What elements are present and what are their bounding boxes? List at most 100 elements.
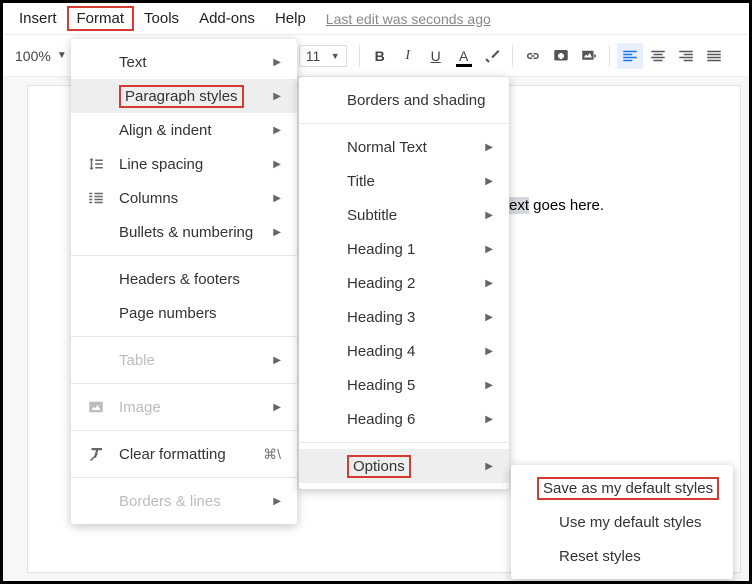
menu-divider bbox=[71, 383, 297, 384]
menu-item-heading-4[interactable]: Heading 4 ▶ bbox=[299, 334, 509, 368]
font-size-select[interactable]: 11 ▼ bbox=[299, 45, 347, 67]
menu-format[interactable]: Format bbox=[67, 6, 135, 31]
align-justify-button[interactable] bbox=[701, 43, 727, 69]
chevron-right-icon: ▶ bbox=[485, 380, 493, 391]
line-spacing-icon bbox=[85, 153, 107, 175]
menu-item-line-spacing[interactable]: Line spacing▶ bbox=[71, 147, 297, 181]
menu-item-headers-footers[interactable]: Headers & footers bbox=[71, 262, 297, 296]
menu-item-normal-text[interactable]: Normal Text ▶ bbox=[299, 130, 509, 164]
align-left-button[interactable] bbox=[617, 43, 643, 69]
menu-shortcut: ⌘\ bbox=[263, 446, 281, 463]
menu-divider bbox=[71, 430, 297, 431]
menu-item-label: Heading 6 bbox=[347, 411, 467, 428]
menu-item-subtitle[interactable]: Subtitle▶ bbox=[299, 198, 509, 232]
toolbar-separator bbox=[609, 45, 610, 67]
menu-item-label: Heading 5 bbox=[347, 377, 467, 394]
chevron-right-icon: ▶ bbox=[273, 355, 281, 366]
menu-tools[interactable]: Tools bbox=[134, 6, 189, 31]
menu-item-text[interactable]: Text ▶ bbox=[71, 45, 297, 79]
chevron-right-icon: ▶ bbox=[273, 193, 281, 204]
menu-item-paragraph-styles[interactable]: Paragraph styles ▶ bbox=[71, 79, 297, 113]
chevron-right-icon: ▶ bbox=[485, 414, 493, 425]
chevron-right-icon: ▶ bbox=[273, 91, 281, 102]
menu-item-label: Paragraph styles bbox=[119, 85, 255, 108]
document-text-rest: goes here. bbox=[529, 197, 604, 214]
menu-item-heading-5[interactable]: Heading 5 ▶ bbox=[299, 368, 509, 402]
toolbar-separator bbox=[359, 45, 360, 67]
menu-divider bbox=[299, 442, 509, 443]
align-right-button[interactable] bbox=[673, 43, 699, 69]
menu-item-reset-styles[interactable]: Reset styles bbox=[511, 539, 733, 573]
menu-item-label: Line spacing bbox=[119, 156, 255, 173]
menu-item-columns[interactable]: Columns▶ bbox=[71, 181, 297, 215]
options-menu: Save as my default styles Use my default … bbox=[511, 465, 733, 579]
menu-item-label: Heading 2 bbox=[347, 275, 467, 292]
menu-item-label: Heading 1 bbox=[347, 241, 467, 258]
document-text[interactable]: ext goes here. bbox=[509, 197, 604, 214]
menu-item-save-as-my-default-styles[interactable]: Save as my default styles bbox=[511, 471, 733, 505]
menu-item-title[interactable]: Title ▶ bbox=[299, 164, 509, 198]
menu-item-label: Clear formatting bbox=[119, 446, 247, 463]
italic-button[interactable]: I bbox=[395, 43, 421, 69]
chevron-right-icon: ▶ bbox=[485, 142, 493, 153]
chevron-right-icon: ▶ bbox=[485, 210, 493, 221]
menu-item-clear-formatting[interactable]: Clear formatting ⌘\ bbox=[71, 437, 297, 471]
clear-format-icon bbox=[85, 443, 107, 465]
menu-item-label: Normal Text bbox=[347, 139, 467, 156]
menu-item-label: Save as my default styles bbox=[537, 477, 719, 500]
menu-insert[interactable]: Insert bbox=[9, 6, 67, 31]
paragraph-styles-menu: Borders and shadingNormal Text▶Title▶Sub… bbox=[299, 77, 509, 489]
menu-item-label: Headers & footers bbox=[119, 271, 281, 288]
menu-help[interactable]: Help bbox=[265, 6, 316, 31]
menu-item-heading-2[interactable]: Heading 2▶ bbox=[299, 266, 509, 300]
menu-item-heading-1[interactable]: Heading 1 ▶ bbox=[299, 232, 509, 266]
menu-item-use-my-default-styles[interactable]: Use my default styles bbox=[511, 505, 733, 539]
menu-item-image: Image▶ bbox=[71, 390, 297, 424]
menu-item-page-numbers[interactable]: Page numbers bbox=[71, 296, 297, 330]
insert-link-button[interactable] bbox=[520, 43, 546, 69]
menu-item-label: Options bbox=[347, 455, 467, 478]
zoom-select[interactable]: 100% ▼ bbox=[9, 48, 73, 64]
menu-addons[interactable]: Add-ons bbox=[189, 6, 265, 31]
menu-item-label: Bullets & numbering bbox=[119, 224, 255, 241]
menu-item-label: Text bbox=[119, 54, 255, 71]
menu-item-align-indent[interactable]: Align & indent▶ bbox=[71, 113, 297, 147]
insert-comment-button[interactable] bbox=[548, 43, 574, 69]
menu-item-label: Title bbox=[347, 173, 467, 190]
chevron-right-icon: ▶ bbox=[273, 402, 281, 413]
chevron-right-icon: ▶ bbox=[485, 176, 493, 187]
chevron-right-icon: ▶ bbox=[273, 496, 281, 507]
zoom-value: 100% bbox=[15, 48, 51, 64]
text-color-button[interactable]: A bbox=[451, 43, 477, 69]
underline-button[interactable]: U bbox=[423, 43, 449, 69]
chevron-right-icon: ▶ bbox=[485, 346, 493, 357]
chevron-right-icon: ▶ bbox=[485, 244, 493, 255]
menu-divider bbox=[71, 477, 297, 478]
chevron-down-icon: ▼ bbox=[57, 50, 67, 61]
menu-item-label: Borders and shading bbox=[347, 92, 493, 109]
highlight-color-button[interactable] bbox=[479, 43, 505, 69]
menu-item-bullets-numbering[interactable]: Bullets & numbering▶ bbox=[71, 215, 297, 249]
format-menu: Text▶Paragraph styles▶Align & indent▶Lin… bbox=[71, 39, 297, 524]
menu-item-label: Table bbox=[119, 352, 255, 369]
menu-item-heading-6[interactable]: Heading 6 ▶ bbox=[299, 402, 509, 436]
image-icon bbox=[85, 396, 107, 418]
menu-item-table: Table ▶ bbox=[71, 343, 297, 377]
chevron-right-icon: ▶ bbox=[485, 461, 493, 472]
menu-item-borders-and-shading[interactable]: Borders and shading bbox=[299, 83, 509, 117]
align-center-button[interactable] bbox=[645, 43, 671, 69]
bold-button[interactable]: B bbox=[367, 43, 393, 69]
toolbar-separator bbox=[512, 45, 513, 67]
chevron-right-icon: ▶ bbox=[273, 57, 281, 68]
menu-item-label: Heading 3 bbox=[347, 309, 467, 326]
menu-item-label: Borders & lines bbox=[119, 493, 255, 510]
menu-item-heading-3[interactable]: Heading 3 ▶ bbox=[299, 300, 509, 334]
insert-image-button[interactable] bbox=[576, 43, 602, 69]
menu-item-label: Use my default styles bbox=[559, 514, 717, 531]
menu-item-options[interactable]: Options ▶ bbox=[299, 449, 509, 483]
menu-item-borders-lines: Borders & lines ▶ bbox=[71, 484, 297, 518]
chevron-right-icon: ▶ bbox=[485, 312, 493, 323]
last-edit-status[interactable]: Last edit was seconds ago bbox=[326, 11, 491, 27]
document-text-highlight: ext bbox=[509, 197, 529, 214]
menu-item-label: Heading 4 bbox=[347, 343, 467, 360]
